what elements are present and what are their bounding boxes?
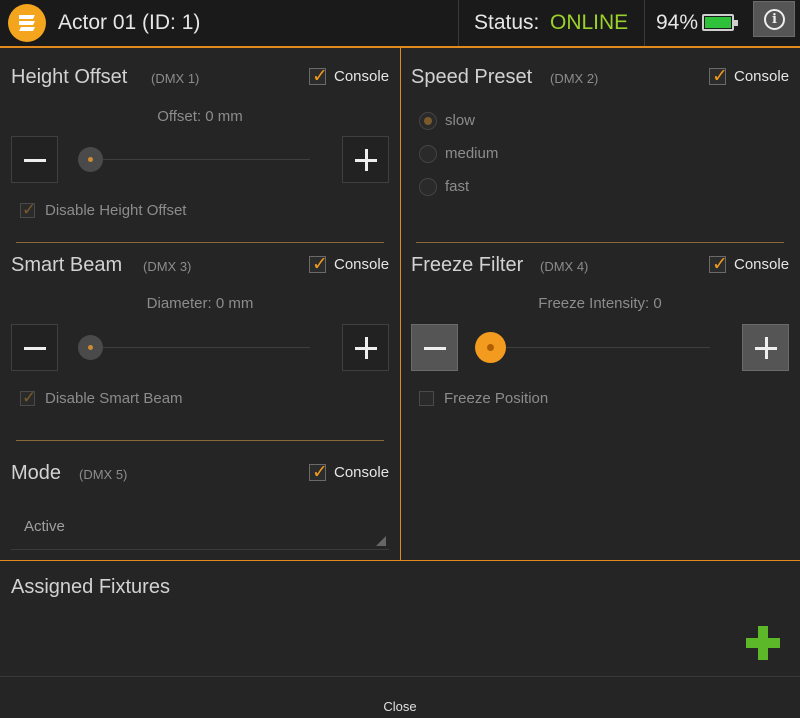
radio-circle: [419, 112, 437, 130]
mode-dmx: (DMX 5): [79, 467, 128, 482]
header-divider: [458, 0, 459, 46]
slider-thumb-dot: [487, 344, 494, 351]
slider-thumb-dot: [88, 157, 93, 162]
smart-beam-dmx: (DMX 3): [143, 259, 192, 274]
radio-selected-dot: [424, 117, 432, 125]
freeze-filter-slider-track[interactable]: [490, 347, 710, 348]
radio-circle: [419, 145, 437, 163]
checkmark-icon: ✓: [712, 254, 728, 275]
console-label: Console: [334, 68, 390, 85]
header-bar: Actor 01 (ID: 1) Status: ONLINE 94% i: [0, 0, 800, 48]
minus-icon: [12, 137, 57, 182]
add-fixture-button[interactable]: [746, 626, 780, 660]
header-divider: [644, 0, 645, 46]
checkmark-icon: ✓: [312, 254, 328, 275]
checkbox-box: ✓: [20, 200, 37, 219]
checkmark-icon: ✓: [712, 66, 728, 87]
freeze-filter-increase-button[interactable]: [742, 324, 789, 371]
battery-nub: [734, 20, 738, 26]
checkbox-box: ✓: [309, 462, 328, 483]
battery-fill: [705, 17, 731, 28]
height-offset-slider-thumb[interactable]: [78, 147, 103, 172]
smart-beam-increase-button[interactable]: [342, 324, 389, 371]
dropdown-corner-icon: [376, 536, 386, 546]
checkmark-icon: ✓: [312, 462, 328, 483]
height-offset-console-checkbox[interactable]: ✓ Console: [309, 66, 394, 88]
slider-thumb-dot: [88, 345, 93, 350]
battery-icon: [702, 14, 738, 31]
height-offset-dmx: (DMX 1): [151, 71, 200, 86]
actor-title: Actor 01 (ID: 1): [58, 11, 201, 34]
app-logo-icon: [8, 4, 46, 42]
panel-divider: [0, 560, 800, 561]
mode-console-checkbox[interactable]: ✓ Console: [309, 462, 394, 484]
smart-beam-title: Smart Beam: [11, 254, 123, 276]
assigned-fixtures-title: Assigned Fixtures: [11, 576, 170, 598]
freeze-filter-console-checkbox[interactable]: ✓ Console: [709, 254, 794, 276]
console-label: Console: [334, 464, 390, 481]
minus-icon: [412, 325, 457, 370]
console-label: Console: [334, 256, 390, 273]
smart-beam-console-checkbox[interactable]: ✓ Console: [309, 254, 394, 276]
speed-option-label: medium: [445, 145, 499, 162]
height-offset-increase-button[interactable]: [342, 136, 389, 183]
freeze-filter-title: Freeze Filter: [411, 254, 524, 276]
freeze-filter-decrease-button[interactable]: [411, 324, 458, 371]
speed-option-label: fast: [445, 178, 470, 195]
speed-option-slow[interactable]: slow: [419, 111, 539, 131]
minus-icon: [12, 325, 57, 370]
checkbox-box: ✓: [309, 254, 328, 275]
section-divider: [16, 242, 384, 243]
height-offset-title: Height Offset: [11, 66, 128, 88]
close-button[interactable]: Close: [0, 677, 800, 718]
speed-preset-dmx: (DMX 2): [550, 71, 599, 86]
checkbox-box: ✓: [709, 66, 728, 87]
freeze-filter-slider-thumb[interactable]: [475, 332, 506, 363]
radio-circle: [419, 178, 437, 196]
checkmark-icon: ✓: [22, 200, 37, 219]
checkmark-icon: ✓: [22, 388, 37, 407]
plus-icon: [743, 325, 788, 370]
plus-icon: [343, 137, 388, 182]
console-label: Console: [734, 256, 790, 273]
mode-dropdown[interactable]: Active: [11, 510, 389, 550]
speed-preset-title: Speed Preset: [411, 66, 533, 88]
speed-option-medium[interactable]: medium: [419, 144, 539, 164]
status-value: ONLINE: [550, 11, 629, 34]
speed-option-label: slow: [445, 112, 476, 129]
disable-height-offset-label: Disable Height Offset: [45, 202, 187, 219]
disable-smart-beam-checkbox[interactable]: ✓ Disable Smart Beam: [20, 388, 200, 409]
height-offset-slider-track[interactable]: [90, 159, 310, 160]
freeze-intensity-value: Freeze Intensity: 0: [538, 295, 662, 312]
info-icon: i: [764, 9, 785, 30]
height-offset-decrease-button[interactable]: [11, 136, 58, 183]
section-divider: [416, 242, 784, 243]
disable-height-offset-checkbox[interactable]: ✓ Disable Height Offset: [20, 200, 200, 221]
freeze-filter-dmx: (DMX 4): [540, 259, 589, 274]
checkbox-box: ✓: [309, 66, 328, 87]
mode-title: Mode: [11, 462, 62, 484]
status-label: Status:: [474, 11, 540, 34]
mode-selected-value: Active: [24, 518, 65, 535]
battery-percent: 94%: [656, 11, 699, 34]
info-button[interactable]: i: [753, 1, 795, 37]
freeze-position-checkbox[interactable]: Freeze Position: [419, 389, 599, 409]
checkbox-box: ✓: [709, 254, 728, 275]
checkmark-icon: ✓: [312, 66, 328, 87]
speed-preset-console-checkbox[interactable]: ✓ Console: [709, 66, 794, 88]
smart-beam-slider-thumb[interactable]: [78, 335, 103, 360]
checkbox-box: ✓: [20, 388, 37, 407]
console-label: Console: [734, 68, 790, 85]
smart-beam-decrease-button[interactable]: [11, 324, 58, 371]
close-label: Close: [383, 699, 417, 714]
section-divider: [16, 440, 384, 441]
checkbox-box: [419, 391, 434, 406]
offset-value: Offset: 0 mm: [157, 108, 243, 125]
plus-icon: [343, 325, 388, 370]
speed-option-fast[interactable]: fast: [419, 177, 539, 197]
freeze-position-label: Freeze Position: [444, 390, 549, 407]
disable-smart-beam-label: Disable Smart Beam: [45, 390, 183, 407]
diameter-value: Diameter: 0 mm: [146, 295, 254, 312]
smart-beam-slider-track[interactable]: [90, 347, 310, 348]
